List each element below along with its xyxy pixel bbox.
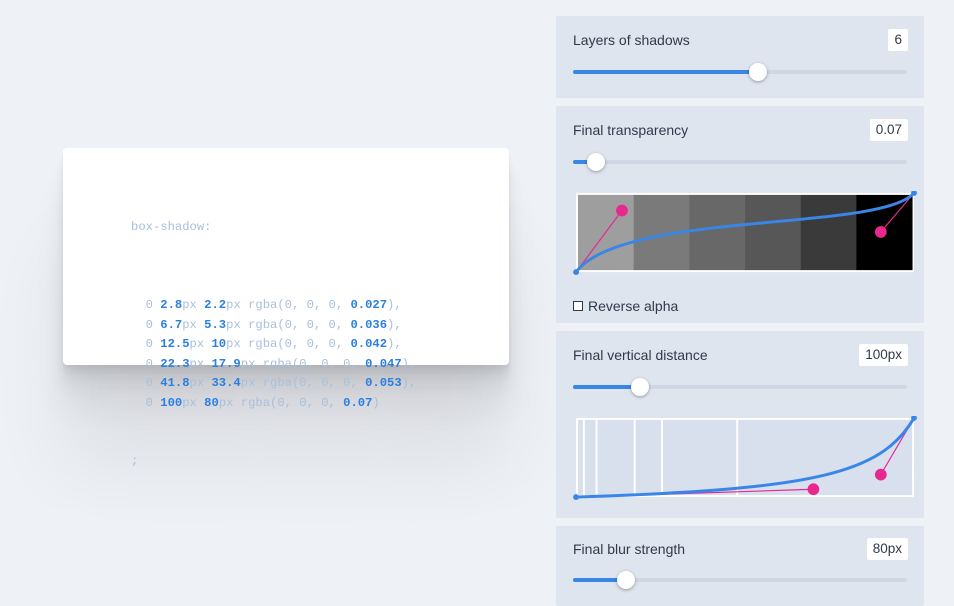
- slider-thumb[interactable]: [617, 571, 636, 589]
- curve-handle-start[interactable]: [807, 483, 820, 496]
- blur-slider[interactable]: [573, 570, 907, 590]
- code-property-line: box-shadow:: [131, 220, 212, 234]
- transparency-curve-editor[interactable]: [573, 191, 920, 275]
- curve-handle-end[interactable]: [874, 468, 887, 481]
- code-token: px: [182, 395, 205, 410]
- code-token: px rgba(0, 0, 0,: [226, 337, 351, 351]
- shadow-preview-card: box-shadow: 0 2.8px 2.2px rgba(0, 0, 0, …: [63, 148, 509, 468]
- code-token: px rgba(0, 0, 0,: [226, 298, 351, 312]
- code-token: px rgba(0, 0, 0,: [226, 317, 351, 332]
- alpha-swatches: [578, 194, 913, 271]
- reverse-alpha-label: Reverse alpha: [588, 298, 679, 314]
- layer-band: [635, 419, 662, 496]
- code-value: 22.3: [160, 356, 190, 371]
- code-layer-line: 0 6.7px 5.3px rgba(0, 0, 0, 0.036),: [131, 316, 416, 336]
- layers-panel: Layers of shadows 6: [556, 16, 924, 98]
- alpha-swatch: [689, 194, 746, 271]
- code-layer-line: 0 41.8px 33.4px rgba(0, 0, 0, 0.053),: [131, 374, 417, 394]
- code-token: ),: [401, 356, 417, 371]
- code-token: ),: [401, 376, 417, 390]
- code-layer-line: 0 22.3px 17.9px rgba(0, 0, 0, 0.047),: [131, 355, 417, 375]
- code-value: 0.036: [350, 317, 388, 332]
- layers-value[interactable]: 6: [888, 29, 908, 51]
- alpha-swatch: [800, 194, 857, 271]
- code-token: 0: [131, 376, 161, 390]
- code-value: 10: [211, 337, 227, 351]
- alpha-swatch: [745, 194, 802, 271]
- blur-panel: Final blur strength 80px: [556, 526, 924, 606]
- distance-curve-editor[interactable]: [573, 416, 920, 500]
- code-value: 41.8: [160, 376, 190, 390]
- code-token: ),: [387, 337, 402, 351]
- slider-fill: [573, 70, 759, 74]
- curve-start-point: [573, 494, 579, 500]
- layer-band: [662, 419, 737, 496]
- slider-thumb[interactable]: [630, 378, 649, 396]
- distance-value[interactable]: 100px: [859, 344, 908, 366]
- code-value: 12.5: [160, 337, 190, 351]
- code-value: 5.3: [204, 317, 227, 332]
- code-token: 0: [131, 337, 161, 351]
- code-value: 2.2: [204, 298, 227, 312]
- layer-band: [738, 419, 913, 496]
- code-token: 0: [131, 298, 161, 312]
- code-token: 0: [131, 356, 161, 371]
- slider-thumb[interactable]: [749, 63, 768, 81]
- code-terminator: ;: [131, 454, 139, 468]
- code-layer-line: 0 12.5px 10px rgba(0, 0, 0, 0.042),: [131, 335, 416, 355]
- code-value: 17.9: [211, 356, 241, 371]
- code-value: 100: [160, 395, 183, 410]
- code-token: ),: [387, 317, 402, 332]
- code-token: ): [372, 395, 380, 410]
- curve-start-point: [573, 269, 579, 275]
- distance-panel: Final vertical distance 100px: [556, 331, 924, 518]
- css-code-output: box-shadow: 0 2.8px 2.2px rgba(0, 0, 0, …: [131, 179, 416, 511]
- code-value: 0.027: [350, 298, 388, 312]
- layers-slider[interactable]: [573, 62, 907, 82]
- layer-band: [578, 419, 583, 496]
- layers-label: Layers of shadows: [573, 32, 690, 48]
- code-value: 6.7: [160, 317, 183, 332]
- code-token: px rgba(0, 0, 0,: [240, 356, 366, 371]
- code-value: 80: [204, 395, 219, 410]
- reverse-alpha-option[interactable]: Reverse alpha: [573, 298, 678, 314]
- code-value: 0.047: [365, 356, 402, 371]
- layer-band: [584, 419, 596, 496]
- code-token: ),: [387, 298, 402, 312]
- transparency-label: Final transparency: [573, 122, 689, 138]
- transparency-value[interactable]: 0.07: [869, 119, 908, 141]
- distance-label: Final vertical distance: [573, 347, 708, 363]
- code-token: 0: [131, 395, 161, 410]
- distance-slider[interactable]: [573, 377, 907, 397]
- code-layer-line: 0 100px 80px rgba(0, 0, 0, 0.07): [131, 394, 416, 414]
- code-token: px: [189, 337, 212, 351]
- blur-value[interactable]: 80px: [866, 538, 908, 560]
- transparency-panel: Final transparency 0.07 Reverse alpha: [556, 106, 924, 323]
- curve-handle-start[interactable]: [616, 204, 628, 217]
- code-value: 0.042: [350, 337, 388, 351]
- code-value: 33.4: [211, 376, 241, 390]
- code-token: px rgba(0, 0, 0,: [218, 395, 344, 410]
- code-value: 2.8: [160, 298, 183, 312]
- code-token: px: [182, 317, 205, 332]
- code-token: px: [189, 356, 212, 371]
- reverse-alpha-checkbox[interactable]: [573, 301, 583, 311]
- code-token: px rgba(0, 0, 0,: [240, 376, 366, 390]
- code-token: 0: [131, 317, 161, 332]
- blur-label: Final blur strength: [573, 541, 686, 557]
- code-layer-line: 0 2.8px 2.2px rgba(0, 0, 0, 0.027),: [131, 296, 416, 316]
- slider-thumb[interactable]: [587, 153, 606, 171]
- code-value: 0.07: [343, 395, 373, 410]
- transparency-slider[interactable]: [573, 152, 907, 172]
- curve-handle-end[interactable]: [874, 226, 887, 238]
- slider-fill: [573, 385, 640, 389]
- code-token: px: [182, 298, 205, 312]
- code-token: px: [189, 376, 212, 390]
- code-value: 0.053: [365, 376, 402, 390]
- slider-track: [573, 160, 907, 164]
- layer-band: [597, 419, 634, 496]
